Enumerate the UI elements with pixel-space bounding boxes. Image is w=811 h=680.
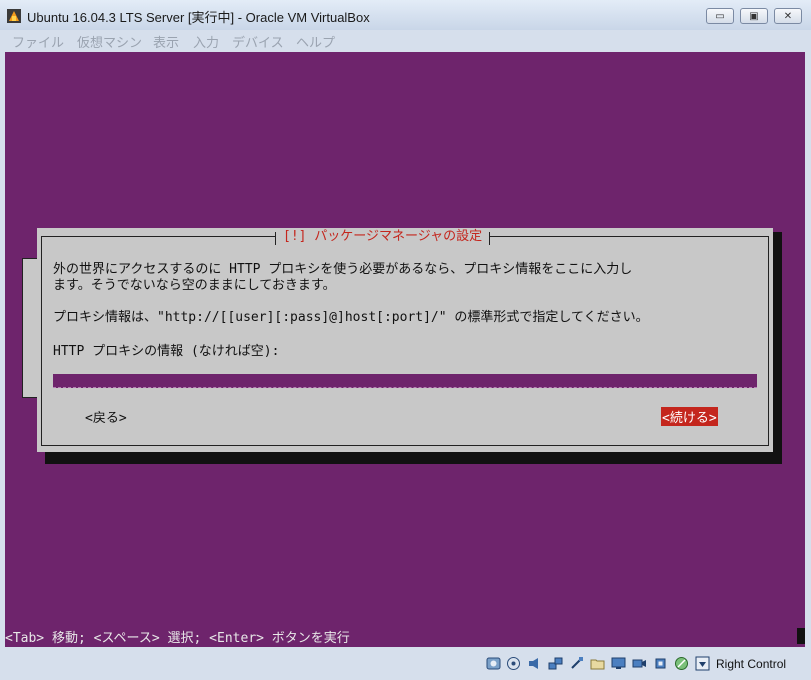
network-icon[interactable]	[548, 656, 563, 671]
menu-file[interactable]: ファイル	[12, 32, 64, 51]
menu-input[interactable]: 入力	[193, 32, 219, 51]
back-button[interactable]: <戻る>	[85, 407, 127, 426]
maximize-icon: ▣	[749, 10, 759, 22]
window-title: Ubuntu 16.04.3 LTS Server [実行中] - Oracle…	[27, 10, 370, 25]
console-cursor	[797, 628, 805, 644]
proxy-input-label: HTTP プロキシの情報 (なければ空):	[53, 344, 280, 359]
vm-console-screen[interactable]: [!] パッケージマネージャの設定 外の世界にアクセスするのに HTTP プロキ…	[5, 52, 805, 647]
status-bar: Right Control	[0, 650, 811, 680]
close-icon: ✕	[783, 10, 793, 22]
menu-view[interactable]: 表示	[153, 32, 179, 51]
cpu-icon[interactable]	[653, 656, 668, 671]
dialog-format-hint: プロキシ情報は、"http://[[user][:pass]@]host[:po…	[53, 310, 649, 325]
proxy-config-dialog: [!] パッケージマネージャの設定 外の世界にアクセスするのに HTTP プロキ…	[37, 228, 773, 452]
dialog-description-line-2: ます。そうでないなら空のままにしておきます。	[53, 278, 336, 293]
usb-icon[interactable]	[569, 656, 584, 671]
minimize-icon: ▭	[715, 10, 725, 22]
menu-machine[interactable]: 仮想マシン	[77, 32, 142, 51]
shared-folders-icon[interactable]	[590, 656, 605, 671]
host-key-label: Right Control	[716, 657, 787, 671]
continue-button[interactable]: <続ける>	[661, 407, 718, 426]
maximize-button[interactable]: ▣	[740, 8, 768, 24]
minimize-button[interactable]: ▭	[706, 8, 734, 24]
audio-icon[interactable]	[527, 656, 542, 671]
console-help-line: <Tab> 移動; <スペース> 選択; <Enter> ボタンを実行	[5, 631, 350, 646]
display-icon[interactable]	[611, 656, 626, 671]
virtualbox-window: Ubuntu 16.04.3 LTS Server [実行中] - Oracle…	[0, 0, 811, 680]
title-bar[interactable]: Ubuntu 16.04.3 LTS Server [実行中] - Oracle…	[0, 0, 811, 30]
dialog-title: [!] パッケージマネージャの設定	[275, 228, 491, 246]
close-button[interactable]: ✕	[774, 8, 802, 24]
menu-help[interactable]: ヘルプ	[296, 32, 335, 51]
video-capture-icon[interactable]	[632, 656, 647, 671]
hard-disk-icon[interactable]	[486, 656, 501, 671]
optical-drive-icon[interactable]	[506, 656, 521, 671]
dialog-description-line-1: 外の世界にアクセスするのに HTTP プロキシを使う必要があるなら、プロキシ情報…	[53, 262, 633, 277]
mouse-integration-icon[interactable]	[674, 656, 689, 671]
proxy-input-field[interactable]	[53, 374, 757, 388]
menu-devices[interactable]: デバイス	[232, 32, 284, 51]
dialog-shadow-bottom	[45, 450, 782, 464]
keyboard-icon[interactable]	[695, 656, 710, 671]
virtualbox-app-icon	[7, 9, 21, 23]
menu-bar: ファイル 仮想マシン 表示 入力 デバイス ヘルプ	[0, 30, 811, 50]
